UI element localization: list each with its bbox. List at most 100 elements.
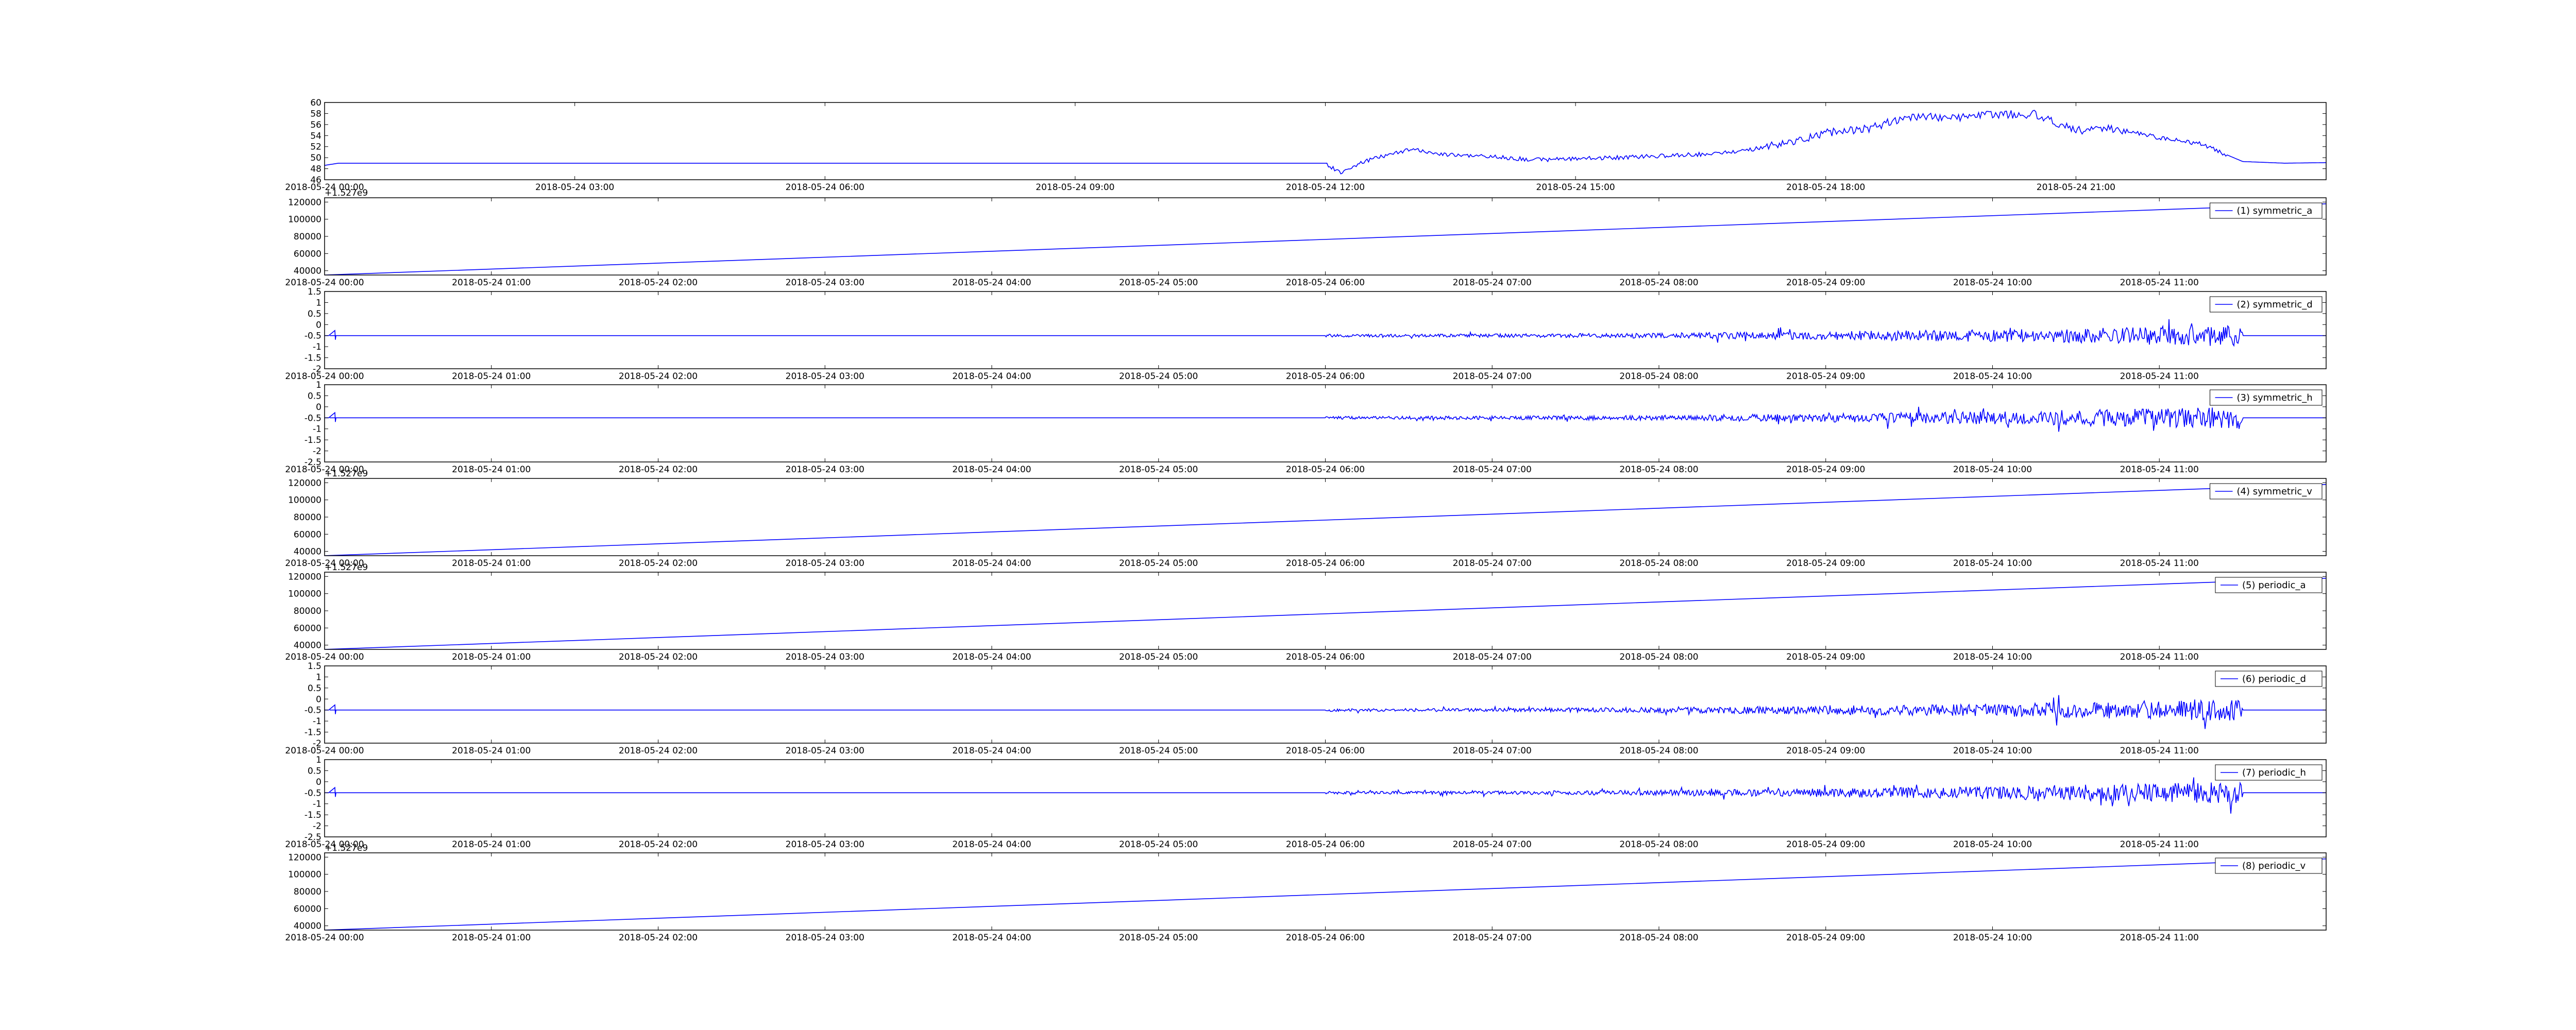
- x-tick-label: 2018-05-24 09:00: [1786, 652, 1865, 662]
- x-tick-label: 2018-05-24 12:00: [1286, 182, 1365, 193]
- y-tick-label: 120000: [288, 852, 321, 863]
- x-tick-label: 2018-05-24 06:00: [1286, 371, 1365, 382]
- series-line-8-1: [325, 777, 2326, 814]
- x-tick-label: 2018-05-24 01:00: [452, 839, 531, 850]
- axes-frame: [324, 102, 2327, 180]
- x-tick-label: 2018-05-24 01:00: [452, 371, 531, 382]
- x-tick-label: 2018-05-24 11:00: [2120, 278, 2199, 288]
- x-tick-label: 2018-05-24 01:00: [452, 933, 531, 943]
- y-tick-label: 1.5: [308, 661, 321, 672]
- y-tick-label: 1: [316, 755, 321, 765]
- x-tick-label: 2018-05-24 09:00: [1786, 839, 1865, 850]
- y-tick-label: -2: [313, 447, 321, 457]
- y-tick-label: 60000: [294, 623, 321, 633]
- x-tick-label: 2018-05-24 04:00: [952, 746, 1031, 756]
- x-tick-label: 2018-05-24 00:00: [285, 278, 364, 288]
- y-tick-label: -0.5: [304, 413, 321, 423]
- x-tick-label: 2018-05-24 00:00: [285, 371, 364, 382]
- x-tick-label: 2018-05-24 05:00: [1119, 839, 1198, 850]
- x-tick-label: 2018-05-24 03:00: [786, 465, 865, 475]
- axes-frame: [324, 759, 2327, 837]
- x-tick-label: 2018-05-24 01:00: [452, 278, 531, 288]
- x-tick-label: 2018-05-24 11:00: [2120, 558, 2199, 569]
- x-tick-label: 2018-05-24 10:00: [1953, 278, 2032, 288]
- x-tick-label: 2018-05-24 11:00: [2120, 839, 2199, 850]
- legend-label: (5) periodic_a: [2242, 580, 2306, 591]
- x-tick-label: 2018-05-24 09:00: [1786, 278, 1865, 288]
- legend-label: (2) symmetric_d: [2237, 299, 2313, 310]
- offset-label: +1.527e9: [325, 562, 368, 573]
- x-tick-label: 2018-05-24 02:00: [619, 839, 698, 850]
- x-tick-label: 2018-05-24 07:00: [1453, 652, 1532, 662]
- x-tick-label: 2018-05-24 21:00: [2037, 182, 2115, 193]
- x-tick-label: 2018-05-24 08:00: [1619, 839, 1698, 850]
- x-tick-label: 2018-05-24 09:00: [1786, 746, 1865, 756]
- series-line-9-1: [325, 858, 2326, 930]
- y-tick-label: 120000: [288, 478, 321, 488]
- x-tick-label: 2018-05-24 03:00: [786, 933, 865, 943]
- y-tick-label: -0.5: [304, 706, 321, 716]
- x-tick-label: 2018-05-24 10:00: [1953, 558, 2032, 569]
- series-line-3-1: [325, 319, 2326, 347]
- y-tick-label: 56: [310, 120, 321, 130]
- y-tick-label: 54: [310, 131, 321, 141]
- x-tick-label: 2018-05-24 02:00: [619, 558, 698, 569]
- x-tick-label: 2018-05-24 09:00: [1786, 371, 1865, 382]
- x-tick-label: 2018-05-24 11:00: [2120, 371, 2199, 382]
- x-tick-label: 2018-05-24 01:00: [452, 465, 531, 475]
- y-tick-label: 48: [310, 164, 321, 175]
- x-tick-label: 2018-05-24 04:00: [952, 652, 1031, 662]
- x-tick-label: 2018-05-24 08:00: [1619, 371, 1698, 382]
- x-tick-label: 2018-05-24 04:00: [952, 558, 1031, 569]
- series-line-1-1: [325, 110, 2326, 175]
- y-tick-label: 1: [316, 380, 321, 390]
- x-tick-label: 2018-05-24 04:00: [952, 465, 1031, 475]
- y-tick-label: -1: [313, 342, 321, 352]
- x-tick-label: 2018-05-24 06:00: [1286, 746, 1365, 756]
- x-tick-label: 2018-05-24 11:00: [2120, 933, 2199, 943]
- x-tick-label: 2018-05-24 08:00: [1619, 558, 1698, 569]
- x-tick-label: 2018-05-24 01:00: [452, 558, 531, 569]
- x-tick-label: 2018-05-24 07:00: [1453, 465, 1532, 475]
- y-tick-label: 58: [310, 109, 321, 119]
- series-line-2-1: [325, 203, 2326, 275]
- x-tick-label: 2018-05-24 10:00: [1953, 371, 2032, 382]
- x-tick-label: 2018-05-24 06:00: [1286, 652, 1365, 662]
- x-tick-label: 2018-05-24 04:00: [952, 933, 1031, 943]
- x-tick-label: 2018-05-24 05:00: [1119, 746, 1198, 756]
- offset-label: +1.527e9: [325, 843, 368, 853]
- x-tick-label: 2018-05-24 07:00: [1453, 371, 1532, 382]
- y-tick-label: 80000: [294, 512, 321, 523]
- y-tick-label: 40000: [294, 547, 321, 557]
- x-tick-label: 2018-05-24 05:00: [1119, 465, 1198, 475]
- y-tick-label: 50: [310, 153, 321, 163]
- x-tick-label: 2018-05-24 10:00: [1953, 465, 2032, 475]
- legend-label: (3) symmetric_h: [2237, 392, 2313, 403]
- x-tick-label: 2018-05-24 06:00: [1286, 558, 1365, 569]
- y-tick-label: 1: [316, 672, 321, 682]
- x-tick-label: 2018-05-24 07:00: [1453, 558, 1532, 569]
- x-tick-label: 2018-05-24 02:00: [619, 933, 698, 943]
- subplot-5: 4000060000800001000001200002018-05-24 00…: [285, 469, 2327, 569]
- y-tick-label: -1: [313, 424, 321, 435]
- x-tick-label: 2018-05-24 04:00: [952, 371, 1031, 382]
- axes-frame: [324, 384, 2327, 462]
- axes-frame: [324, 291, 2327, 369]
- y-tick-label: 1: [316, 298, 321, 308]
- y-tick-label: -2: [313, 821, 321, 832]
- y-tick-label: 80000: [294, 606, 321, 616]
- y-tick-label: 0: [316, 320, 321, 330]
- y-tick-label: 100000: [288, 215, 321, 225]
- x-tick-label: 2018-05-24 02:00: [619, 371, 698, 382]
- y-tick-label: -0.5: [304, 788, 321, 798]
- y-tick-label: 40000: [294, 641, 321, 651]
- x-tick-label: 2018-05-24 08:00: [1619, 278, 1698, 288]
- x-tick-label: 2018-05-24 07:00: [1453, 746, 1532, 756]
- x-tick-label: 2018-05-24 06:00: [1286, 839, 1365, 850]
- x-tick-label: 2018-05-24 09:00: [1036, 182, 1114, 193]
- subplot-7: -2-1.5-1-0.500.511.52018-05-24 00:00 2018…: [285, 661, 2327, 756]
- y-tick-label: -1.5: [304, 810, 321, 820]
- y-tick-label: 0.5: [308, 309, 321, 319]
- y-tick-label: -1: [313, 716, 321, 727]
- x-tick-label: 2018-05-24 09:00: [1786, 933, 1865, 943]
